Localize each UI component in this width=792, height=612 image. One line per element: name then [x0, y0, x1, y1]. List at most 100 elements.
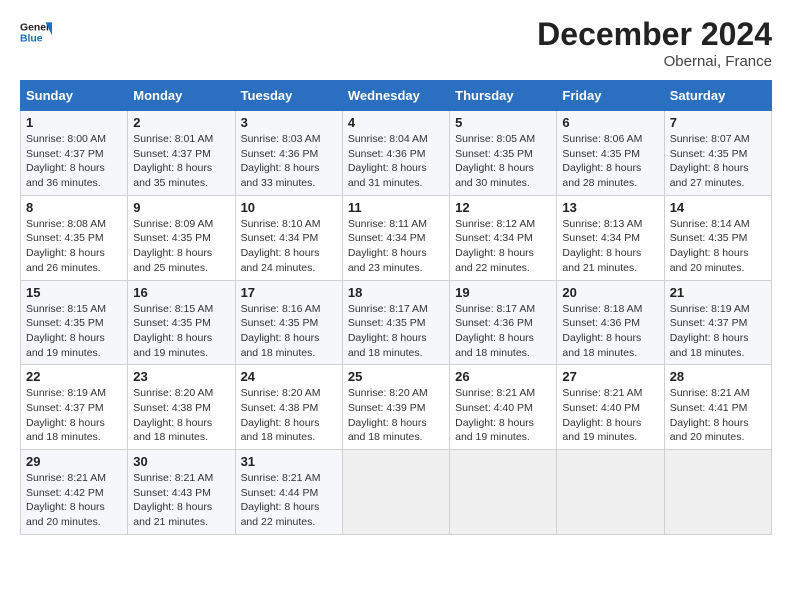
day-cell: 8 Sunrise: 8:08 AMSunset: 4:35 PMDaylight…	[21, 195, 128, 280]
day-number: 2	[133, 115, 229, 130]
day-number: 13	[562, 200, 658, 215]
day-detail: Sunrise: 8:20 AMSunset: 4:38 PMDaylight:…	[133, 387, 213, 443]
day-cell: 15Sunrise: 8:15 AMSunset: 4:35 PMDayligh…	[21, 280, 128, 365]
day-number: 30	[133, 454, 229, 469]
day-detail: Sunrise: 8:06 AMSunset: 4:35 PMDaylight:…	[562, 133, 642, 189]
day-cell: 13 Sunrise: 8:13 AMSunset: 4:34 PMDayligh…	[557, 195, 664, 280]
day-number: 24	[241, 369, 337, 384]
day-cell: 1 Sunrise: 8:00 AMSunset: 4:37 PMDaylight…	[21, 111, 128, 196]
calendar-subtitle: Obernai, France	[537, 53, 772, 70]
day-cell	[342, 450, 449, 535]
col-header-friday: Friday	[557, 81, 664, 111]
day-number: 4	[348, 115, 444, 130]
day-cell: 3 Sunrise: 8:03 AMSunset: 4:36 PMDaylight…	[235, 111, 342, 196]
day-number: 18	[348, 285, 444, 300]
day-cell: 9Sunrise: 8:09 AMSunset: 4:35 PMDaylight…	[128, 195, 235, 280]
day-number: 1	[26, 115, 122, 130]
day-number: 10	[241, 200, 337, 215]
day-number: 8	[26, 200, 122, 215]
week-row-1: 1 Sunrise: 8:00 AMSunset: 4:37 PMDaylight…	[21, 111, 772, 196]
calendar-title: December 2024	[537, 16, 772, 53]
day-detail: Sunrise: 8:21 AMSunset: 4:44 PMDaylight:…	[241, 472, 321, 528]
day-number: 5	[455, 115, 551, 130]
svg-text:Blue: Blue	[20, 34, 43, 45]
day-detail: Sunrise: 8:01 AMSunset: 4:37 PMDaylight:…	[133, 133, 213, 189]
day-cell: 26Sunrise: 8:21 AMSunset: 4:40 PMDayligh…	[450, 365, 557, 450]
day-detail: Sunrise: 8:21 AMSunset: 4:40 PMDaylight:…	[562, 387, 642, 443]
day-detail: Sunrise: 8:12 AMSunset: 4:34 PMDaylight:…	[455, 218, 535, 274]
day-number: 16	[133, 285, 229, 300]
col-header-sunday: Sunday	[21, 81, 128, 111]
day-cell: 4 Sunrise: 8:04 AMSunset: 4:36 PMDaylight…	[342, 111, 449, 196]
week-row-5: 29Sunrise: 8:21 AMSunset: 4:42 PMDayligh…	[21, 450, 772, 535]
day-number: 21	[670, 285, 766, 300]
col-header-saturday: Saturday	[664, 81, 771, 111]
day-number: 25	[348, 369, 444, 384]
day-cell: 22Sunrise: 8:19 AMSunset: 4:37 PMDayligh…	[21, 365, 128, 450]
day-detail: Sunrise: 8:11 AMSunset: 4:34 PMDaylight:…	[348, 218, 427, 274]
day-cell: 11 Sunrise: 8:11 AMSunset: 4:34 PMDayligh…	[342, 195, 449, 280]
day-cell: 31 Sunrise: 8:21 AMSunset: 4:44 PMDayligh…	[235, 450, 342, 535]
title-block: December 2024 Obernai, France	[537, 16, 772, 70]
day-cell: 2 Sunrise: 8:01 AMSunset: 4:37 PMDaylight…	[128, 111, 235, 196]
logo: General Blue	[20, 16, 52, 48]
week-row-2: 8 Sunrise: 8:08 AMSunset: 4:35 PMDaylight…	[21, 195, 772, 280]
col-header-thursday: Thursday	[450, 81, 557, 111]
day-detail: Sunrise: 8:19 AMSunset: 4:37 PMDaylight:…	[670, 303, 750, 359]
day-number: 31	[241, 454, 337, 469]
day-cell: 20 Sunrise: 8:18 AMSunset: 4:36 PMDayligh…	[557, 280, 664, 365]
day-number: 12	[455, 200, 551, 215]
day-cell	[664, 450, 771, 535]
day-number: 7	[670, 115, 766, 130]
day-number: 23	[133, 369, 229, 384]
day-cell: 10 Sunrise: 8:10 AMSunset: 4:34 PMDayligh…	[235, 195, 342, 280]
col-header-monday: Monday	[128, 81, 235, 111]
header-row: SundayMondayTuesdayWednesdayThursdayFrid…	[21, 81, 772, 111]
day-detail: Sunrise: 8:07 AMSunset: 4:35 PMDaylight:…	[670, 133, 750, 189]
day-detail: Sunrise: 8:20 AMSunset: 4:38 PMDaylight:…	[241, 387, 321, 443]
col-header-wednesday: Wednesday	[342, 81, 449, 111]
day-detail: Sunrise: 8:00 AMSunset: 4:37 PMDaylight:…	[26, 133, 106, 189]
week-row-3: 15Sunrise: 8:15 AMSunset: 4:35 PMDayligh…	[21, 280, 772, 365]
day-number: 6	[562, 115, 658, 130]
day-detail: Sunrise: 8:17 AMSunset: 4:36 PMDaylight:…	[455, 303, 535, 359]
day-cell: 16Sunrise: 8:15 AMSunset: 4:35 PMDayligh…	[128, 280, 235, 365]
day-cell: 14 Sunrise: 8:14 AMSunset: 4:35 PMDayligh…	[664, 195, 771, 280]
day-detail: Sunrise: 8:21 AMSunset: 4:40 PMDaylight:…	[455, 387, 535, 443]
day-detail: Sunrise: 8:04 AMSunset: 4:36 PMDaylight:…	[348, 133, 428, 189]
day-detail: Sunrise: 8:05 AMSunset: 4:35 PMDaylight:…	[455, 133, 535, 189]
logo-icon: General Blue	[20, 16, 52, 48]
day-detail: Sunrise: 8:21 AMSunset: 4:43 PMDaylight:…	[133, 472, 213, 528]
day-detail: Sunrise: 8:13 AMSunset: 4:34 PMDaylight:…	[562, 218, 642, 274]
day-cell: 21 Sunrise: 8:19 AMSunset: 4:37 PMDayligh…	[664, 280, 771, 365]
day-detail: Sunrise: 8:14 AMSunset: 4:35 PMDaylight:…	[670, 218, 750, 274]
day-number: 14	[670, 200, 766, 215]
day-cell: 27 Sunrise: 8:21 AMSunset: 4:40 PMDayligh…	[557, 365, 664, 450]
day-cell: 7 Sunrise: 8:07 AMSunset: 4:35 PMDaylight…	[664, 111, 771, 196]
day-cell: 5 Sunrise: 8:05 AMSunset: 4:35 PMDaylight…	[450, 111, 557, 196]
week-row-4: 22Sunrise: 8:19 AMSunset: 4:37 PMDayligh…	[21, 365, 772, 450]
day-number: 3	[241, 115, 337, 130]
day-number: 17	[241, 285, 337, 300]
day-number: 9	[133, 200, 229, 215]
day-cell: 28Sunrise: 8:21 AMSunset: 4:41 PMDayligh…	[664, 365, 771, 450]
day-cell	[450, 450, 557, 535]
day-number: 11	[348, 200, 444, 215]
day-number: 28	[670, 369, 766, 384]
day-detail: Sunrise: 8:08 AMSunset: 4:35 PMDaylight:…	[26, 218, 106, 274]
day-number: 20	[562, 285, 658, 300]
day-cell	[557, 450, 664, 535]
day-detail: Sunrise: 8:10 AMSunset: 4:34 PMDaylight:…	[241, 218, 321, 274]
day-detail: Sunrise: 8:03 AMSunset: 4:36 PMDaylight:…	[241, 133, 321, 189]
day-detail: Sunrise: 8:18 AMSunset: 4:36 PMDaylight:…	[562, 303, 642, 359]
day-cell: 29Sunrise: 8:21 AMSunset: 4:42 PMDayligh…	[21, 450, 128, 535]
day-cell: 23 Sunrise: 8:20 AMSunset: 4:38 PMDayligh…	[128, 365, 235, 450]
day-number: 27	[562, 369, 658, 384]
day-cell: 17Sunrise: 8:16 AMSunset: 4:35 PMDayligh…	[235, 280, 342, 365]
day-cell: 18Sunrise: 8:17 AMSunset: 4:35 PMDayligh…	[342, 280, 449, 365]
day-cell: 6 Sunrise: 8:06 AMSunset: 4:35 PMDaylight…	[557, 111, 664, 196]
day-number: 15	[26, 285, 122, 300]
day-detail: Sunrise: 8:20 AMSunset: 4:39 PMDaylight:…	[348, 387, 428, 443]
day-detail: Sunrise: 8:19 AMSunset: 4:37 PMDaylight:…	[26, 387, 106, 443]
day-cell: 19Sunrise: 8:17 AMSunset: 4:36 PMDayligh…	[450, 280, 557, 365]
